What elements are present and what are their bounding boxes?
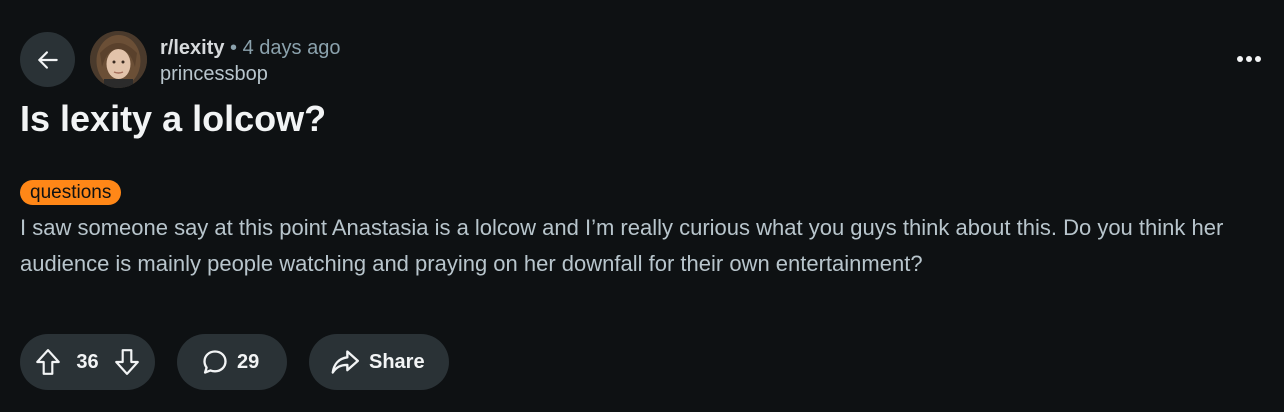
share-label: Share [369,350,425,373]
post-detail-page: r/lexity • 4 days ago princessbop Is lex… [0,0,1284,412]
post-meta-line: r/lexity • 4 days ago [160,35,340,61]
meta-separator: • [230,37,238,59]
back-button[interactable] [20,32,75,87]
comment-count: 29 [237,350,260,373]
avatar-image [90,31,147,88]
author-username[interactable]: princessbop [160,61,340,87]
more-horizontal-icon [1237,56,1261,62]
post-timestamp: 4 days ago [242,37,341,59]
share-button[interactable]: Share [309,334,449,390]
subreddit-link[interactable]: r/lexity [160,37,224,59]
downvote-button[interactable] [111,346,143,378]
post-actions-bar: 36 29 Share [20,334,449,390]
vote-count: 36 [76,350,99,373]
upvote-button[interactable] [32,346,64,378]
vote-control: 36 [20,334,155,390]
post-flair[interactable]: questions [20,180,122,205]
comments-button[interactable]: 29 [177,334,287,390]
downvote-arrow-icon [115,349,139,375]
more-options-button[interactable] [1228,44,1270,74]
comment-bubble-icon [203,350,227,374]
arrow-left-icon [37,50,58,69]
upvote-arrow-icon [36,349,60,375]
post-meta: r/lexity • 4 days ago princessbop [160,35,340,87]
post-title: Is lexity a lolcow? [20,98,327,139]
author-avatar[interactable] [90,31,147,88]
post-body: I saw someone say at this point Anastasi… [20,215,1224,276]
share-arrow-icon [331,350,359,374]
